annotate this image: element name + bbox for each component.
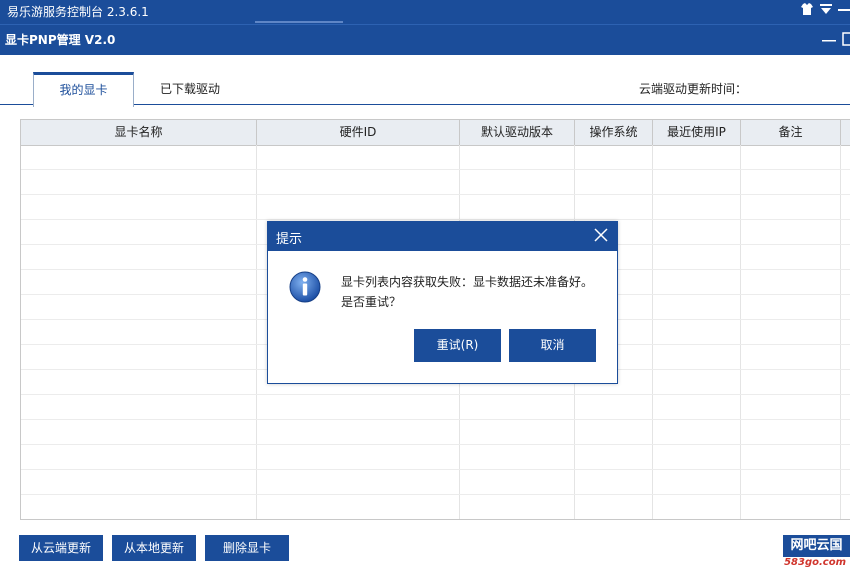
skin-icon[interactable] xyxy=(800,2,814,22)
app-titlebar: 易乐游服务控制台 2.3.6.1 xyxy=(0,0,850,24)
row-divider xyxy=(21,419,850,420)
column-divider xyxy=(652,145,653,519)
column-header-last-ip[interactable]: 最近使用IP xyxy=(653,120,741,145)
brand-url: 583go.com xyxy=(784,557,846,568)
row-divider xyxy=(21,194,850,195)
column-header-hardware-id[interactable]: 硬件ID xyxy=(257,120,460,145)
row-divider xyxy=(21,394,850,395)
column-divider xyxy=(840,145,841,519)
row-divider xyxy=(21,494,850,495)
table-header: 显卡名称 硬件ID 默认驱动版本 操作系统 最近使用IP 备注 xyxy=(21,119,850,146)
module-header: 显卡PNP管理 V2.0 xyxy=(0,24,850,55)
tab-my-cards[interactable]: 我的显卡 xyxy=(33,72,134,107)
dialog-message-line: 是否重试？ xyxy=(341,295,402,309)
dialog-header: 提示 xyxy=(268,222,617,251)
module-controls xyxy=(822,29,850,53)
cancel-button[interactable]: 取消 xyxy=(509,329,596,362)
brand-watermark: 网吧云国 583go.com xyxy=(783,535,850,573)
minimize-icon[interactable] xyxy=(822,29,836,53)
row-divider xyxy=(21,169,850,170)
close-icon[interactable] xyxy=(593,227,609,243)
update-from-local-button[interactable]: 从本地更新 xyxy=(112,535,196,561)
row-divider xyxy=(21,444,850,445)
maximize-icon[interactable] xyxy=(842,29,850,53)
column-header-os[interactable]: 操作系统 xyxy=(575,120,653,145)
info-icon xyxy=(289,271,321,303)
prompt-dialog: 提示 显卡列表内容获取失败：显卡数据还未准备好。 是否重试？ 重试(R) 取消 xyxy=(267,221,618,384)
tab-downloaded-drivers[interactable]: 已下载驱动 xyxy=(150,74,230,104)
brand-logo: 网吧云国 xyxy=(783,535,850,557)
delete-card-button[interactable]: 删除显卡 xyxy=(205,535,289,561)
column-divider xyxy=(740,145,741,519)
dialog-title: 提示 xyxy=(276,232,303,247)
minimize-icon[interactable] xyxy=(838,2,850,22)
cloud-update-time-label: 云端驱动更新时间： xyxy=(638,82,747,96)
menu-dropdown-icon[interactable] xyxy=(819,2,833,22)
dialog-message-line: 显卡列表内容获取失败：显卡数据还未准备好。 xyxy=(341,275,594,289)
column-header-notes[interactable]: 备注 xyxy=(741,120,841,145)
row-divider xyxy=(21,469,850,470)
app-title: 易乐游服务控制台 2.3.6.1 xyxy=(7,5,149,19)
column-header-name[interactable]: 显卡名称 xyxy=(21,120,257,145)
column-header-default-driver[interactable]: 默认驱动版本 xyxy=(460,120,575,145)
row-divider xyxy=(21,219,850,220)
column-divider xyxy=(256,145,257,519)
titlebar-indicator xyxy=(255,21,343,23)
update-from-cloud-button[interactable]: 从云端更新 xyxy=(19,535,103,561)
module-title: 显卡PNP管理 V2.0 xyxy=(5,33,116,47)
titlebar-controls xyxy=(800,2,850,22)
retry-button[interactable]: 重试(R) xyxy=(414,329,501,362)
dialog-message: 显卡列表内容获取失败：显卡数据还未准备好。 是否重试？ xyxy=(341,272,601,312)
